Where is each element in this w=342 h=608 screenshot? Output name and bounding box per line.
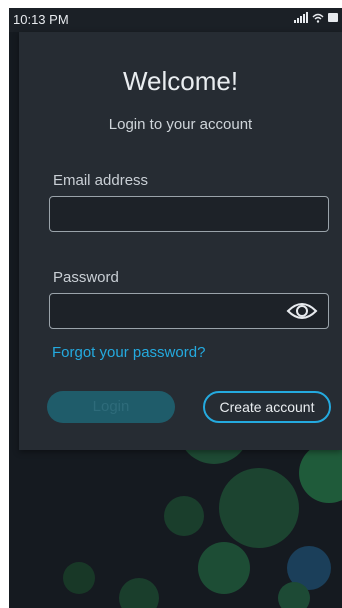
welcome-title: Welcome! (122, 66, 239, 96)
email-field[interactable] (49, 196, 329, 232)
create-account-button[interactable]: Create account (203, 391, 331, 423)
login-subtitle: Login to your account (108, 116, 253, 133)
password-label: Password (53, 269, 119, 286)
signal-icon (294, 12, 308, 23)
status-icons (294, 12, 338, 23)
email-label: Email address (53, 172, 149, 189)
battery-icon (328, 13, 338, 22)
wifi-icon (312, 13, 324, 23)
forgot-password-link[interactable]: Forgot your password? (52, 344, 205, 361)
login-card: Welcome! Login to your account Email add… (19, 32, 342, 450)
password-field[interactable] (49, 293, 329, 329)
show-password-icon[interactable] (286, 301, 318, 321)
phone-screen: 10:13 PM Welcome! Login to your account … (9, 8, 342, 608)
status-time: 10:13 PM (13, 12, 69, 27)
status-bar: 10:13 PM (9, 8, 342, 32)
login-button[interactable]: Login (47, 391, 175, 423)
